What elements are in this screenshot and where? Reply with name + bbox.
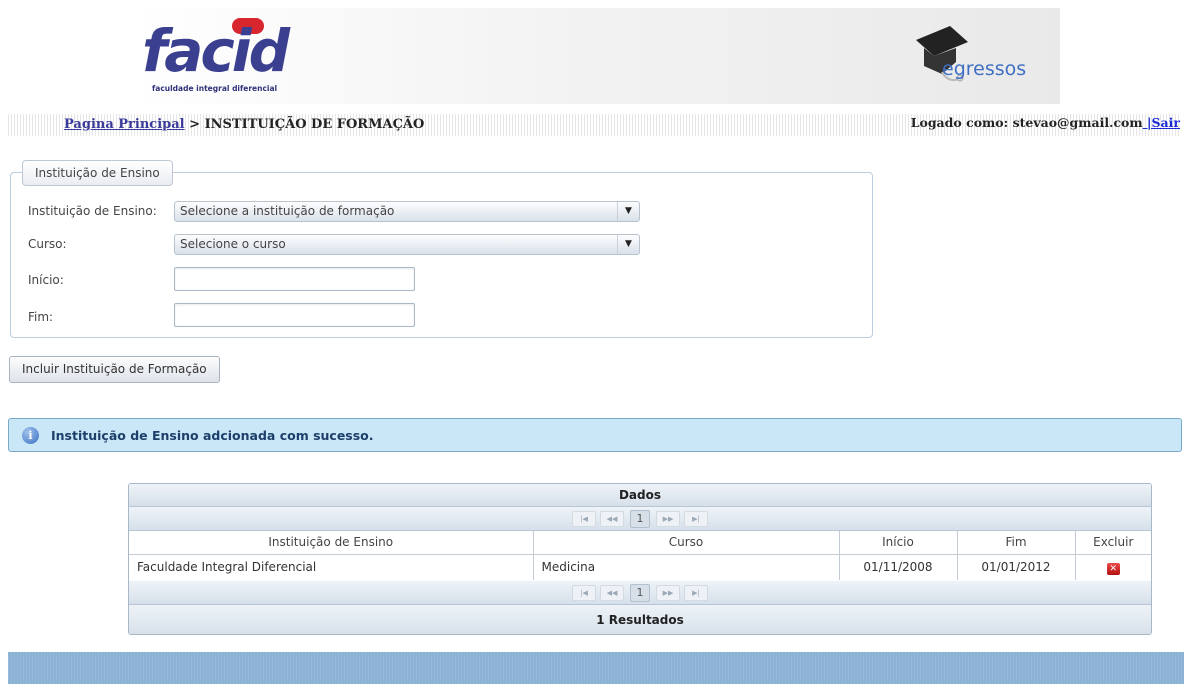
column-header-course[interactable]: Curso	[533, 531, 840, 555]
cell-institution: Faculdade Integral Diferencial	[129, 554, 534, 580]
chevron-down-icon[interactable]: ▼	[617, 235, 639, 254]
table-row: Faculdade Integral Diferencial Medicina …	[129, 554, 1151, 580]
column-header-institution[interactable]: Instituição de Ensino	[129, 531, 534, 555]
course-label: Curso:	[28, 237, 67, 251]
results-count: 1 Resultados	[129, 605, 1151, 634]
paginator-bottom: |◀ ◀◀ 1 ▶▶ ▶|	[129, 581, 1151, 605]
logo-subtitle: faculdade integral diferencial	[152, 84, 278, 93]
column-header-end[interactable]: Fim	[957, 531, 1076, 555]
delete-icon[interactable]: ✕	[1106, 562, 1120, 575]
logout-link[interactable]: |Sair	[1143, 115, 1180, 130]
cell-end: 01/01/2012	[957, 554, 1076, 580]
institution-fieldset	[10, 172, 873, 338]
prev-page-icon[interactable]: ◀◀	[600, 585, 624, 601]
success-message: i Instituição de Ensino adcionada com su…	[8, 418, 1182, 452]
logged-prefix: Logado como:	[910, 115, 1013, 130]
page-number[interactable]: 1	[630, 510, 650, 528]
end-date-input[interactable]	[174, 303, 415, 327]
egressos-logo: egressos	[912, 22, 1052, 92]
data-table: Dados |◀ ◀◀ 1 ▶▶ ▶| Instituição de Ensino Cu…	[128, 483, 1152, 635]
chevron-down-icon[interactable]: ▼	[617, 202, 639, 221]
breadcrumb-current: INSTITUIÇÃO DE FORMAÇÃO	[204, 117, 425, 132]
first-page-icon[interactable]: |◀	[572, 585, 596, 601]
next-page-icon[interactable]: ▶▶	[656, 511, 680, 527]
paginator-top: |◀ ◀◀ 1 ▶▶ ▶|	[129, 507, 1151, 531]
course-select[interactable]: Selecione o curso ▼	[174, 234, 640, 255]
prev-page-icon[interactable]: ◀◀	[600, 511, 624, 527]
table-title: Dados	[129, 484, 1151, 507]
end-label: Fim:	[28, 310, 54, 324]
course-select-value: Selecione o curso	[180, 237, 286, 251]
fieldset-legend[interactable]: Instituição de Ensino	[22, 160, 173, 186]
egressos-text: egressos	[942, 58, 1027, 80]
page-number[interactable]: 1	[630, 584, 650, 602]
login-info: Logado como: stevao@gmail.com |Sair	[911, 115, 1180, 130]
column-header-delete: Excluir	[1075, 531, 1151, 555]
institution-select-value: Selecione a instituição de formação	[180, 204, 395, 218]
first-page-icon[interactable]: |◀	[572, 511, 596, 527]
breadcrumb-separator: >	[184, 117, 205, 132]
cell-course: Medicina	[533, 554, 840, 580]
start-label: Início:	[28, 273, 64, 287]
results-grid: Instituição de Ensino Curso Início Fim E…	[129, 531, 1151, 580]
success-message-text: Instituição de Ensino adcionada com suce…	[51, 428, 374, 443]
user-email: stevao@gmail.com	[1012, 115, 1143, 130]
column-header-start[interactable]: Início	[839, 531, 958, 555]
cell-delete: ✕	[1075, 554, 1151, 580]
cell-start: 01/11/2008	[839, 554, 958, 580]
start-date-input[interactable]	[174, 267, 415, 291]
footer-band	[8, 652, 1184, 684]
breadcrumb-home-link[interactable]: Pagina Principal	[64, 117, 185, 132]
last-page-icon[interactable]: ▶|	[684, 511, 708, 527]
include-institution-button[interactable]: Incluir Instituição de Formação	[9, 356, 220, 383]
next-page-icon[interactable]: ▶▶	[656, 585, 680, 601]
table-header-row: Instituição de Ensino Curso Início Fim E…	[129, 531, 1151, 555]
last-page-icon[interactable]: ▶|	[684, 585, 708, 601]
institution-select[interactable]: Selecione a instituição de formação ▼	[174, 201, 640, 222]
facid-logo: facid faculdade integral diferencial	[142, 18, 312, 102]
logo-text: facid	[142, 17, 290, 85]
breadcrumb: Pagina Principal > INSTITUIÇÃO DE FORMAÇ…	[64, 117, 424, 132]
institution-label: Instituição de Ensino:	[28, 204, 157, 218]
info-icon: i	[22, 427, 39, 444]
